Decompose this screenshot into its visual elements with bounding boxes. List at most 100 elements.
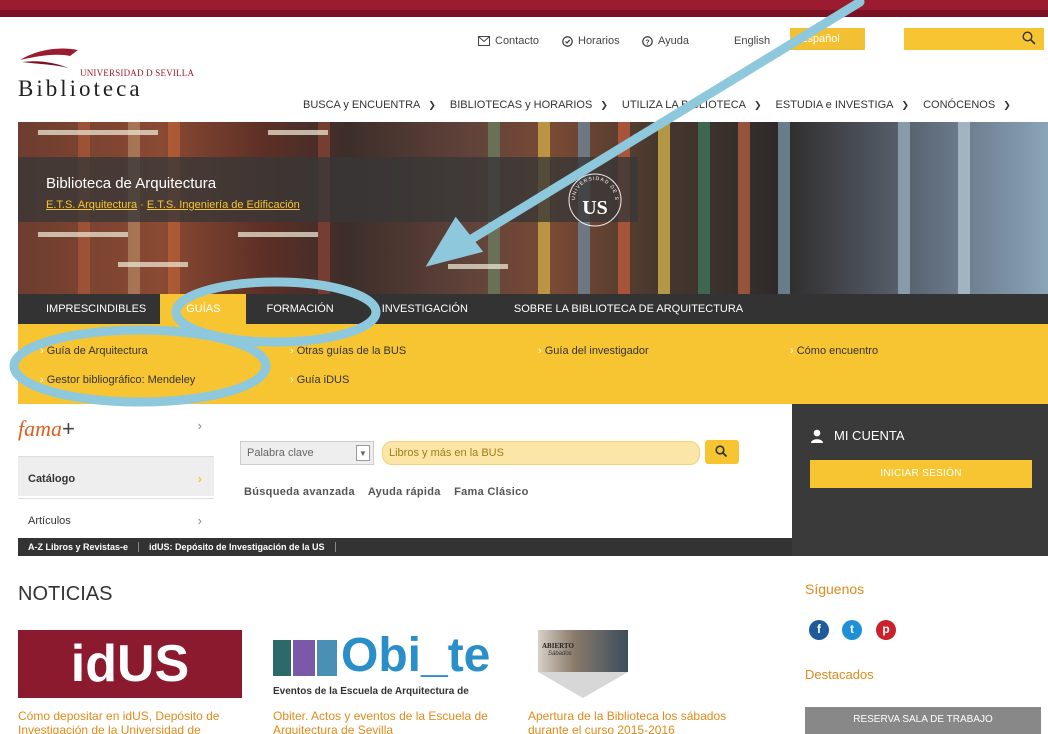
svg-text:US: US	[582, 197, 608, 219]
top-brand-bar	[0, 0, 1048, 17]
guia-idus-link[interactable]: Guía iDUS	[290, 374, 350, 386]
mi-cuenta-title: MI CUENTA	[810, 428, 905, 443]
chevron-right-icon: ›	[197, 513, 202, 528]
english-label: English	[734, 35, 771, 47]
nav-conocenos-label: CONÓCENOS	[923, 99, 996, 111]
catalogo-label: Catálogo	[28, 473, 76, 485]
ets-edificacion-link[interactable]: E.T.S. Ingeniería de Edificación	[147, 199, 300, 211]
mi-cuenta-label: MI CUENTA	[834, 428, 905, 443]
catalogo-link[interactable]: Catálogo ›	[18, 456, 214, 496]
tab-investigacion[interactable]: INVESTIGACIÓN	[354, 294, 496, 324]
abierto-image-text: ABIERTO	[542, 642, 574, 650]
news-image-obiter[interactable]: Obi_te Eventos de la Escuela de Arquitec…	[273, 630, 503, 698]
ayuda-rapida-link[interactable]: Ayuda rápida	[368, 486, 441, 498]
catalog-search-button[interactable]	[705, 440, 739, 464]
espanol-button[interactable]: Español	[790, 28, 865, 50]
nav-estudia[interactable]: ESTUDIA e INVESTIGA ❯	[776, 97, 910, 113]
hero-subtitle: E.T.S. Arquitectura · E.T.S. Ingeniería …	[46, 199, 300, 211]
tab-formacion[interactable]: FORMACIÓN	[246, 294, 353, 324]
iniciar-sesion-button[interactable]: INICIAR SESIÓN	[810, 460, 1032, 488]
contacto-link[interactable]: Contacto	[478, 33, 539, 49]
nav-busca[interactable]: BUSCA y ENCUENTRA ❯	[303, 97, 436, 113]
ayuda-link[interactable]: ? Ayuda	[642, 33, 689, 49]
ets-arquitectura-link[interactable]: E.T.S. Arquitectura	[46, 199, 137, 211]
dropdown-arrow-icon: ▼	[356, 445, 370, 461]
clock-icon	[562, 35, 573, 47]
fama-clasico-link[interactable]: Fama Clásico	[454, 486, 529, 498]
mi-cuenta-panel: MI CUENTA INICIAR SESIÓN	[792, 404, 1048, 556]
facebook-icon[interactable]: f	[809, 620, 829, 640]
help-icon: ?	[642, 35, 653, 47]
siguenos-heading: Síguenos	[805, 581, 865, 597]
us-seal-icon: UNIVERSIDAD DE SEVILLA US	[561, 164, 627, 232]
tab-guias[interactable]: GUÍAS	[160, 294, 247, 324]
destacados-heading: Destacados	[805, 667, 874, 682]
articulos-link[interactable]: Artículos ›	[18, 498, 214, 538]
hero-subtitle-separator: ·	[137, 199, 147, 211]
news-title-idus[interactable]: Cómo depositar en idUS, Depósito de Inve…	[18, 709, 253, 734]
logo-title: Biblioteca	[18, 76, 143, 101]
main-navigation: BUSCA y ENCUENTRA ❯ BIBLIOTECAS y HORARIO…	[303, 97, 1025, 113]
como-encuentro-link[interactable]: Cómo encuentro	[790, 345, 878, 357]
tab-imprescindibles[interactable]: IMPRESCINDIBLES	[18, 294, 160, 324]
tab-sobre-biblioteca[interactable]: SOBRE LA BIBLIOTECA DE ARQUITECTURA	[496, 294, 761, 324]
chevron-right-icon: ›	[197, 418, 202, 433]
news-image-abierto[interactable]: ABIERTO Sábados	[538, 630, 628, 700]
chevron-down-icon: ❯	[600, 99, 608, 110]
fama-row-top[interactable]: ›	[18, 404, 214, 444]
chevron-right-icon: ›	[197, 471, 202, 486]
ayuda-label: Ayuda	[658, 35, 689, 47]
horarios-link[interactable]: Horarios	[562, 33, 620, 49]
nav-busca-label: BUSCA y ENCUENTRA	[303, 99, 421, 111]
twitter-icon[interactable]: t	[842, 620, 862, 640]
chevron-down-icon: ❯	[901, 99, 910, 110]
guia-investigador-link[interactable]: Guía del investigador	[538, 345, 649, 357]
english-link[interactable]: English	[734, 33, 770, 49]
search-icon[interactable]	[1022, 31, 1036, 45]
nav-conocenos[interactable]: CONÓCENOS ❯	[923, 97, 1011, 113]
articulos-label: Artículos	[28, 515, 71, 527]
idus-deposito-link[interactable]: idUS: Depósito de Investigación de la US	[139, 542, 336, 552]
guias-submenu: Guía de Arquitectura Otras guías de la B…	[18, 324, 1048, 404]
search-links: Búsqueda avanzada Ayuda rápida Fama Clás…	[244, 486, 539, 498]
logo-swoosh-icon	[20, 48, 78, 68]
az-revistas-link[interactable]: A-Z Libros y Revistas-e	[18, 542, 140, 552]
chevron-down-icon: ❯	[753, 99, 762, 110]
contacto-label: Contacto	[495, 35, 540, 47]
news-image-idus[interactable]: idUS	[18, 630, 242, 698]
biblioteca-logo[interactable]: UNIVERSIDAD D SEVILLA Biblioteca	[18, 42, 218, 102]
pinterest-icon[interactable]: p	[876, 620, 896, 640]
abierto-image-caption: Sábados	[548, 651, 572, 657]
user-icon	[811, 429, 823, 443]
fama-sidebar: fama+ › Catálogo › Artículos ›	[18, 404, 214, 556]
chevron-down-icon: ❯	[1003, 99, 1011, 110]
site-search-input[interactable]	[904, 28, 1044, 50]
svg-text:?: ?	[645, 39, 649, 46]
nav-utiliza[interactable]: UTILIZA LA BIBLIOTECA ❯	[622, 97, 762, 113]
news-title-obiter[interactable]: Obiter. Actos y eventos de la Escuela de…	[273, 709, 508, 734]
obiter-image-text: Obi_te	[341, 629, 491, 682]
search-type-value: Palabra clave	[247, 447, 314, 459]
news-heading: NOTICIAS	[18, 583, 113, 605]
nav-bibliotecas[interactable]: BIBLIOTECAS y HORARIOS ❯	[450, 97, 608, 113]
search-icon	[715, 445, 728, 458]
nav-estudia-label: ESTUDIA e INVESTIGA	[775, 99, 894, 111]
catalog-search-input[interactable]: Libros y más en la BUS	[382, 441, 700, 465]
obiter-image-caption: Eventos de la Escuela de Arquitectura de	[273, 686, 469, 697]
nav-bibliotecas-label: BIBLIOTECAS y HORARIOS	[449, 99, 593, 111]
library-tabs: IMPRESCINDIBLES GUÍAS FORMACIÓN INVESTIG…	[18, 294, 1048, 324]
mail-icon	[478, 36, 490, 46]
chevron-down-icon: ❯	[428, 99, 436, 110]
fama-bottom-links: A-Z Libros y Revistas-e idUS: Depósito d…	[18, 538, 792, 556]
news-title-sabados[interactable]: Apertura de la Biblioteca los sábados du…	[528, 709, 763, 734]
guia-arquitectura-link[interactable]: Guía de Arquitectura	[40, 345, 148, 357]
fama-search-box: fama+ › Catálogo › Artículos ›	[18, 404, 792, 556]
hero-title: Biblioteca de Arquitectura	[46, 175, 217, 192]
idus-image-text: idUS	[70, 635, 190, 693]
search-type-select[interactable]: Palabra clave ▼	[240, 441, 374, 465]
mendeley-link[interactable]: Gestor bibliográfico: Mendeley	[40, 374, 196, 386]
horarios-label: Horarios	[578, 35, 620, 47]
busqueda-avanzada-link[interactable]: Búsqueda avanzada	[244, 486, 355, 498]
reserva-sala-button[interactable]: RESERVA SALA DE TRABAJO	[805, 707, 1041, 734]
otras-guias-link[interactable]: Otras guías de la BUS	[290, 345, 406, 357]
